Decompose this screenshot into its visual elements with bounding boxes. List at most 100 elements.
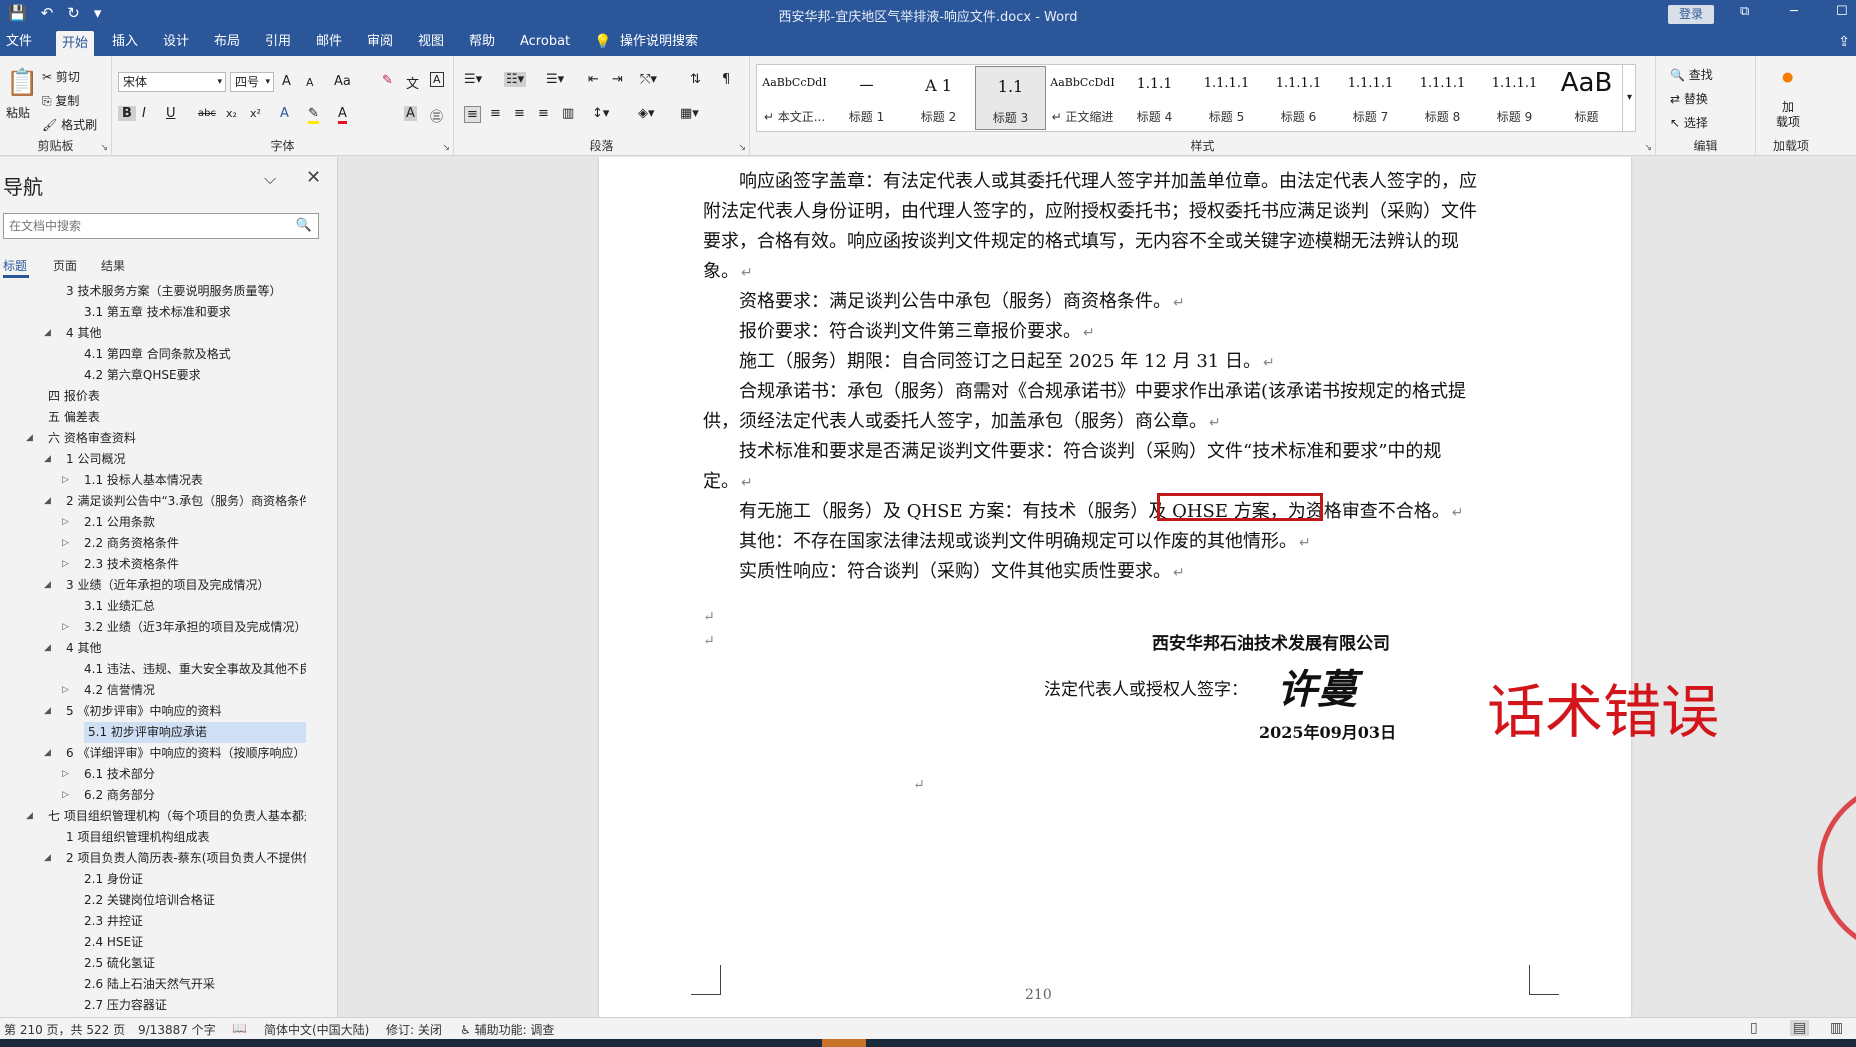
dialog-launcher-icon[interactable]: ↘ [1644, 143, 1652, 153]
show-marks-icon[interactable]: ¶ [722, 72, 730, 87]
nav-tree-item[interactable]: ◢ 5 《初步评审》中响应的资料 [0, 701, 306, 722]
justify-icon[interactable]: ≡ [538, 106, 549, 121]
strikethrough-button[interactable]: abc [198, 108, 216, 119]
document-line[interactable]: 供，须经法定代表人或委托人签字，加盖承包（服务）商公章。 ↵ [703, 407, 1221, 433]
print-layout-icon[interactable]: ▤ [1790, 1020, 1810, 1036]
underline-button[interactable]: U [166, 106, 176, 121]
document-page[interactable]: 响应函签字盖章：有法定代表人或其委托代理人签字并加盖单位章。由法定代表人签字的，… [599, 157, 1856, 1017]
search-icon[interactable]: 🔍 [296, 214, 312, 238]
document-line[interactable]: 定。 ↵ [703, 467, 753, 493]
increase-indent-icon[interactable]: ⇥ [612, 72, 623, 87]
document-line[interactable]: 资格要求：满足谈判公告中承包（服务）商资格条件。 ↵ [739, 287, 1185, 313]
nav-tree-item[interactable]: ◢ 2 项目负责人简历表-蔡东(项目负责人不提供体... [0, 848, 306, 869]
document-line[interactable]: 附法定代表人身份证明，由代理人签字的，应附授权委托书；授权委托书应满足谈判（采购… [703, 197, 1477, 223]
nav-tree-item[interactable]: ◢ 4 其他 [0, 638, 306, 659]
change-case-button[interactable]: Aa [334, 74, 351, 89]
collapse-icon[interactable]: ◢ [44, 743, 51, 764]
numbering-icon[interactable]: ☷▾ [504, 72, 527, 87]
document-line[interactable]: 报价要求：符合谈判文件第三章报价要求。 ↵ [739, 317, 1095, 343]
nav-tree-item[interactable]: ◢ 2 满足谈判公告中“3.承包（服务）商资格条件”... [0, 491, 306, 512]
line-spacing-icon[interactable]: ↕▾ [592, 106, 609, 121]
expand-icon[interactable]: ▷ [62, 785, 69, 806]
document-line[interactable]: 施工（服务）期限：自合同签订之日起至 2025 年 12 月 31 日。 ↵ [739, 347, 1275, 373]
word-count[interactable]: 9/13887 个字 [138, 1021, 216, 1038]
dialog-launcher-icon[interactable]: ↘ [100, 143, 108, 153]
nav-tree-item[interactable]: 2.2 关键岗位培训合格证 [0, 890, 306, 911]
page-count[interactable]: 第 210 页，共 522 页 [4, 1021, 125, 1038]
align-right-icon[interactable]: ≡ [514, 106, 525, 121]
collapse-icon[interactable]: ◢ [44, 449, 51, 470]
collapse-icon[interactable]: ◢ [26, 428, 33, 449]
text-effects-icon[interactable]: A [280, 106, 289, 121]
styles-more-icon[interactable]: ▾ [1622, 64, 1636, 132]
bullets-icon[interactable]: ☰▾ [464, 72, 482, 87]
document-line[interactable]: 技术标准和要求是否满足谈判文件要求：符合谈判（采购）文件“技术标准和要求”中的规 [739, 437, 1441, 463]
addin-icon[interactable]: ● [1782, 70, 1793, 85]
ribbon-display-icon[interactable]: ⧉ [1740, 4, 1749, 19]
expand-icon[interactable]: ▷ [62, 680, 69, 701]
close-icon[interactable]: ✕ [306, 167, 321, 188]
nav-search-input[interactable]: 在文档中搜索 🔍 [3, 213, 319, 239]
nav-tree-item[interactable]: ▷ 1.1 投标人基本情况表 [0, 470, 306, 491]
proofing-icon[interactable]: 📖 [232, 1021, 247, 1035]
document-canvas[interactable]: 响应函签字盖章：有法定代表人或其委托代理人签字并加盖单位章。由法定代表人签字的，… [339, 157, 1856, 1017]
document-line[interactable]: 象。 ↵ [703, 257, 753, 283]
nav-tree-item[interactable]: 2.3 井控证 [0, 911, 306, 932]
nav-tree-item[interactable]: ◢ 3 业绩（近年承担的项目及完成情况） [0, 575, 306, 596]
nav-tree-item[interactable]: ▷ 4.2 信誉情况 [0, 680, 306, 701]
nav-tree-item[interactable]: 2.1 身份证 [0, 869, 306, 890]
chevron-down-icon[interactable]: ⌵ [264, 169, 276, 189]
enclose-char-icon[interactable]: ㊂ [430, 106, 443, 125]
phonetic-guide-icon[interactable]: 文 [406, 73, 419, 92]
dialog-launcher-icon[interactable]: ↘ [738, 143, 746, 153]
font-color-icon[interactable]: A [338, 106, 347, 124]
align-left-icon[interactable]: ≡ [464, 106, 481, 123]
nav-tree-item[interactable]: 3.1 业绩汇总 [0, 596, 306, 617]
language[interactable]: 简体中文(中国大陆) [264, 1021, 369, 1038]
nav-tree-item[interactable]: 1 项目组织管理机构组成表 [0, 827, 306, 848]
collapse-icon[interactable]: ◢ [44, 575, 51, 596]
collapse-icon[interactable]: ◢ [44, 848, 51, 869]
chinese-layout-icon[interactable]: ⤲▾ [640, 72, 657, 87]
tab-home[interactable]: 开始 [56, 31, 95, 56]
nav-tree-item[interactable]: 2.7 压力容器证 [0, 995, 306, 1016]
nav-tree-item[interactable]: ◢ 七 项目组织管理机构（每个项目的负责人基本都是... [0, 806, 306, 827]
nav-tree-item[interactable]: ▷ 2.1 公用条款 [0, 512, 306, 533]
collapse-icon[interactable]: ◢ [44, 638, 51, 659]
nav-tree-item[interactable]: 3.1 第五章 技术标准和要求 [0, 302, 306, 323]
document-line[interactable]: 要求，合格有效。响应函按谈判文件规定的格式填写，无内容不全或关键字迹模糊无法辨认… [703, 227, 1459, 253]
style-title[interactable]: AaB 标题 [1551, 66, 1622, 130]
style-heading-5[interactable]: 1.1.1.1 标题 5 [1191, 66, 1262, 130]
tab-view[interactable]: 视图 [412, 28, 450, 56]
decrease-indent-icon[interactable]: ⇤ [588, 72, 599, 87]
nav-tree-item[interactable]: ▷ 3.2 业绩（近3年承担的项目及完成情况） [0, 617, 306, 638]
nav-tree-item[interactable]: 2.5 硫化氢证 [0, 953, 306, 974]
clear-format-icon[interactable]: ✎ [382, 73, 393, 88]
style-heading-9[interactable]: 1.1.1.1 标题 9 [1479, 66, 1550, 130]
tab-acrobat[interactable]: Acrobat [514, 28, 576, 56]
paste-icon[interactable]: 📋 [6, 68, 38, 98]
multilevel-list-icon[interactable]: ☰▾ [546, 72, 564, 87]
nav-tree-item[interactable]: ◢ 1 公司概况 [0, 449, 306, 470]
nav-tree-item[interactable]: ▷ 6.2 商务部分 [0, 785, 306, 806]
shrink-font-button[interactable]: A [306, 76, 314, 89]
nav-tree-item[interactable]: 四 报价表 [0, 386, 306, 407]
sort-icon[interactable]: ⇅ [690, 72, 701, 87]
nav-tree-item[interactable]: 4.2 第六章QHSE要求 [0, 365, 306, 386]
paste-button[interactable]: 粘贴 [6, 104, 30, 121]
style-heading-6[interactable]: 1.1.1.1 标题 6 [1263, 66, 1334, 130]
replace-button[interactable]: ⇄ 替换 [1670, 90, 1708, 107]
document-line[interactable]: 有无施工（服务）及 QHSE 方案：有技术（服务）及 QHSE 方案，为资格审查… [739, 497, 1463, 523]
nav-tree-item[interactable]: 2.4 HSE证 [0, 932, 306, 953]
document-line[interactable]: 响应函签字盖章：有法定代表人或其委托代理人签字并加盖单位章。由法定代表人签字的，… [739, 167, 1477, 193]
nav-tree-item[interactable]: ▷ 2.2 商务资格条件 [0, 533, 306, 554]
dialog-launcher-icon[interactable]: ↘ [442, 143, 450, 153]
tab-design[interactable]: 设计 [157, 28, 195, 56]
cut-button[interactable]: ✂ 剪切 [42, 68, 80, 85]
grow-font-button[interactable]: A [282, 74, 291, 89]
nav-tab-headings[interactable]: 标题 [3, 257, 27, 274]
superscript-button[interactable]: x² [250, 107, 261, 120]
share-icon[interactable]: ⇪ [1838, 34, 1850, 50]
style-heading-4[interactable]: 1.1.1 标题 4 [1119, 66, 1190, 130]
style-body-text[interactable]: AaBbCcDdI ↵ 本文正... [759, 66, 830, 130]
